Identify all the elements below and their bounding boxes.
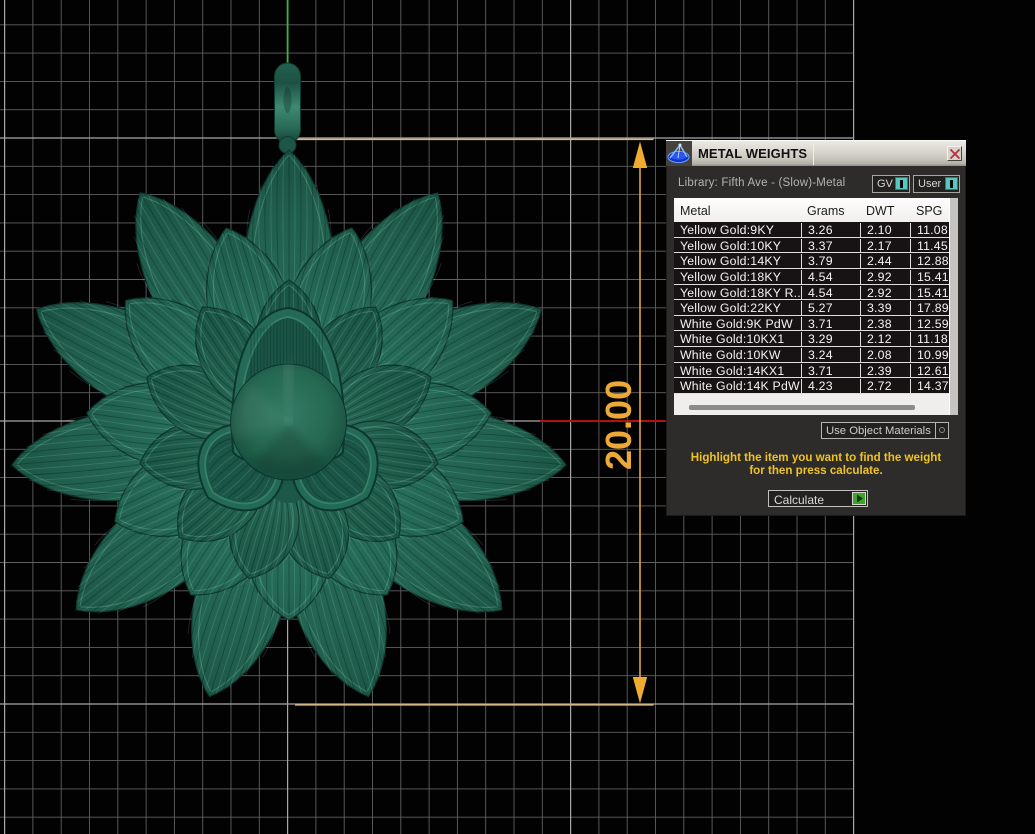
svg-text:20.00: 20.00	[598, 380, 639, 470]
